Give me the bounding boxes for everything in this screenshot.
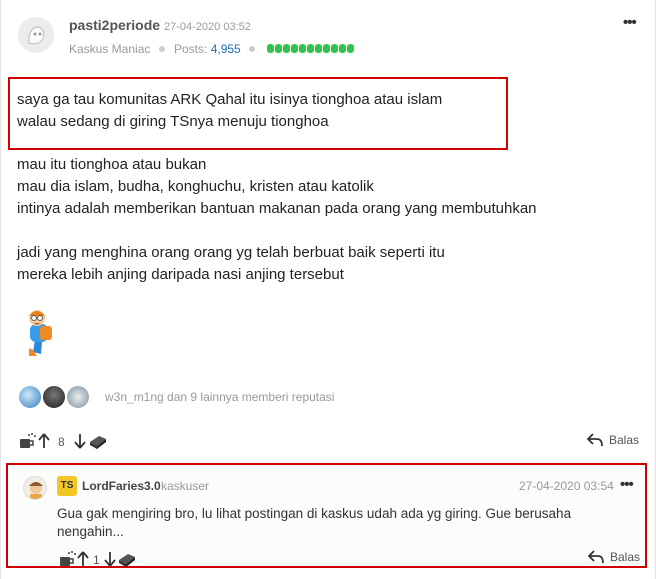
reply-rank: kaskuser [161, 479, 210, 493]
reply-button[interactable]: Balas [588, 550, 640, 564]
post-text-line: walau sedang di giring TSnya menuju tion… [17, 113, 329, 130]
reply-arrow-icon [587, 433, 603, 447]
reply-label: Balas [610, 550, 641, 564]
reply-box: TS LordFaries3.0 kaskuser 27-04-2020 03:… [6, 463, 647, 568]
share-cup-icon[interactable] [59, 550, 77, 573]
post-text-line: saya ga tau komunitas ARK Qahal itu isin… [17, 91, 443, 108]
downvote-arrow-icon[interactable] [74, 432, 86, 455]
reputation-text[interactable]: w3n_m1ng dan 9 lainnya memberi reputasi [105, 390, 334, 404]
posts-label: Posts: [174, 42, 208, 56]
posts-count-value[interactable]: 4,955 [211, 42, 241, 56]
reputation-avatars[interactable] [17, 384, 93, 410]
reply-button[interactable]: Balas [587, 433, 639, 447]
separator-dot [249, 46, 255, 52]
separator-dot [159, 46, 165, 52]
upvote-arrow-icon[interactable] [77, 550, 89, 573]
reply-arrow-icon [588, 550, 604, 564]
user-avatar[interactable] [18, 17, 54, 53]
downvote-arrow-icon[interactable] [104, 550, 116, 573]
user-rank: Kaskus Maniac [69, 42, 151, 56]
reply-username[interactable]: LordFaries3.0 [82, 479, 161, 493]
post-text-line: jadi yang menghina orang orang yg telah … [17, 244, 445, 261]
avatar[interactable] [17, 384, 43, 410]
share-cup-icon[interactable] [19, 432, 37, 455]
avatar[interactable] [65, 384, 91, 410]
post-text-line: mereka lebih anjing daripada nasi anjing… [17, 266, 344, 283]
vote-count: 8 [58, 435, 65, 449]
more-dots-icon[interactable]: ••• [620, 476, 634, 493]
post-count: Posts: 4,955 [174, 42, 241, 56]
emoticon-sticker-icon [19, 306, 59, 358]
brick-icon[interactable] [89, 432, 107, 455]
post-timestamp: 27-04-2020 03:52 [164, 21, 251, 33]
post-container: pasti2periode 27-04-2020 03:52 Kaskus Ma… [0, 0, 656, 579]
upvote-arrow-icon[interactable] [38, 432, 50, 455]
more-dots-icon[interactable]: ••• [623, 14, 637, 31]
post-text-line: mau itu tionghoa atau bukan [17, 156, 207, 173]
post-text-line: intinya adalah memberikan bantuan makana… [17, 200, 537, 217]
reputation-bar [267, 44, 354, 53]
post-username[interactable]: pasti2periode [69, 17, 160, 33]
avatar[interactable] [23, 476, 47, 500]
post-text-line: mau dia islam, budha, konghuchu, kristen… [17, 178, 374, 195]
reply-timestamp: 27-04-2020 03:54 [519, 479, 614, 493]
vote-count: 1 [93, 553, 100, 567]
ts-badge: TS [57, 476, 77, 496]
reply-label: Balas [609, 433, 640, 447]
brick-icon[interactable] [118, 550, 136, 573]
reply-text: Gua gak mengiring bro, lu lihat postinga… [57, 506, 572, 539]
avatar[interactable] [41, 384, 67, 410]
